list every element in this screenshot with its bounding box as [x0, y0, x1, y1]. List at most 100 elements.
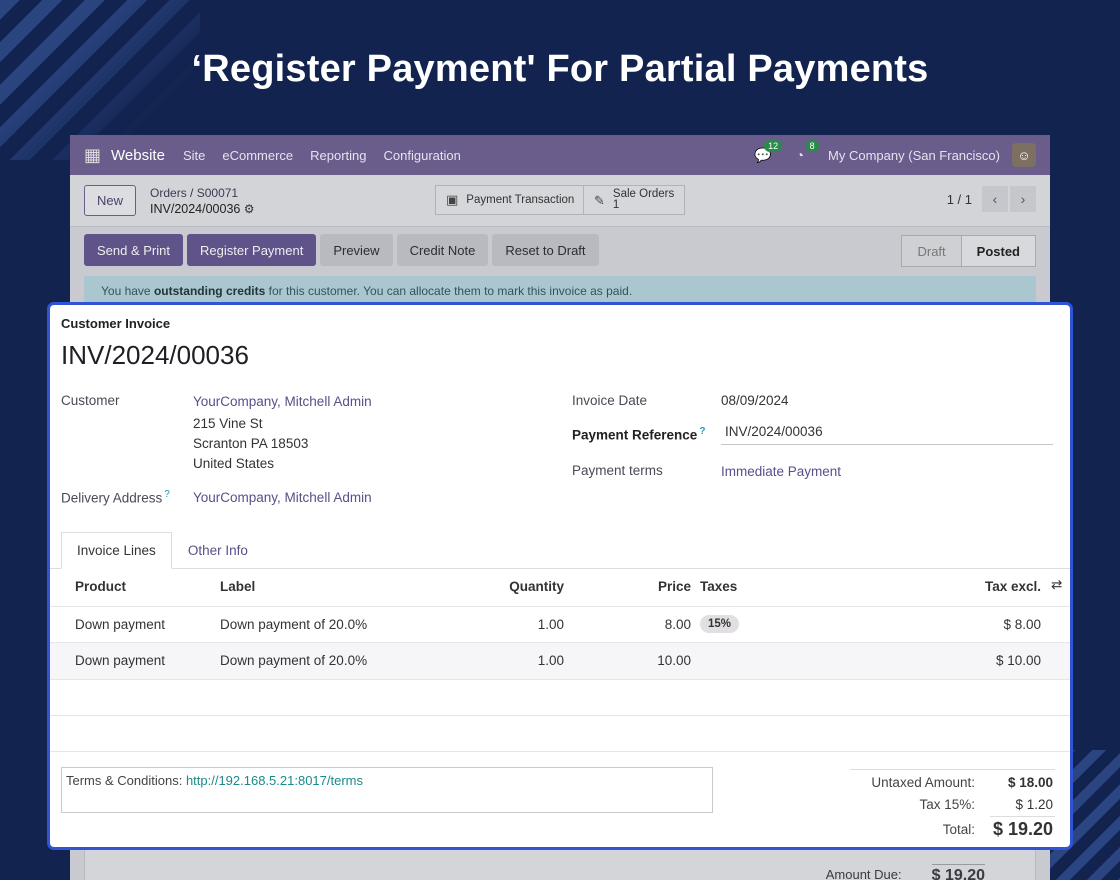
row-1-tax-badge[interactable]: 15%	[700, 615, 740, 633]
pager-value[interactable]: 1 / 1	[947, 192, 972, 207]
register-payment-button[interactable]: Register Payment	[187, 234, 317, 266]
menu-configuration[interactable]: Configuration	[384, 148, 461, 163]
row-1-price[interactable]: 8.00	[591, 617, 691, 632]
address-line-2: Scranton PA 18503	[193, 436, 309, 451]
status-draft[interactable]: Draft	[902, 236, 960, 266]
status-bar: Draft Posted	[901, 235, 1036, 267]
invoice-date-field[interactable]: 08/09/2024	[721, 393, 789, 408]
breadcrumb-separator: /	[190, 185, 194, 200]
row-divider	[50, 715, 1070, 716]
col-header-price[interactable]: Price	[591, 579, 691, 594]
delivery-address-label: Delivery Address?	[61, 489, 170, 506]
alert-text-bold: outstanding credits	[153, 284, 266, 298]
messages-icon[interactable]: 💬 12	[754, 139, 783, 164]
row-2-tax-excl: $ 10.00	[995, 653, 1041, 668]
col-header-taxes[interactable]: Taxes	[700, 579, 737, 594]
action-bar: Send & Print Register Payment Preview Cr…	[70, 227, 1050, 273]
row-1-quantity[interactable]: 1.00	[464, 617, 564, 632]
row-2-label[interactable]: Down payment of 20.0%	[220, 653, 367, 668]
terms-link[interactable]: http://192.168.5.21:8017/terms	[186, 773, 363, 788]
untaxed-amount-label: Untaxed Amount:	[871, 775, 975, 790]
row-1-product[interactable]: Down payment	[75, 617, 165, 632]
app-name[interactable]: Website	[111, 147, 165, 164]
status-posted[interactable]: Posted	[960, 236, 1035, 266]
col-header-tax-excl[interactable]: Tax excl.	[941, 579, 1041, 594]
pager: 1 / 1 ‹ ›	[947, 186, 1036, 212]
row-divider	[50, 751, 1070, 752]
customer-label: Customer	[61, 393, 120, 408]
payment-reference-label-text: Payment Reference	[572, 427, 698, 443]
row-1-label[interactable]: Down payment of 20.0%	[220, 617, 367, 632]
address-line-1: 215 Vine St	[193, 416, 263, 431]
company-switcher[interactable]: My Company (San Francisco)	[828, 148, 1000, 163]
invoice-card: Customer Invoice INV/2024/00036 Customer…	[47, 302, 1073, 850]
row-2-price[interactable]: 10.00	[591, 653, 691, 668]
apps-menu-icon[interactable]: ▦	[84, 145, 101, 166]
menu-site[interactable]: Site	[183, 148, 205, 163]
address-line-3: United States	[193, 456, 275, 471]
row-divider	[50, 642, 1070, 643]
payment-reference-input[interactable]: INV/2024/00036	[721, 421, 1053, 445]
alert-text-prefix: You have	[101, 284, 154, 298]
sale-orders-count: 1	[612, 199, 620, 211]
column-settings-icon[interactable]: ⇄	[1051, 577, 1062, 593]
col-header-product[interactable]: Product	[75, 579, 126, 594]
col-header-label[interactable]: Label	[220, 579, 255, 594]
help-icon[interactable]: ?	[164, 489, 170, 500]
row-2-quantity[interactable]: 1.00	[464, 653, 564, 668]
send-print-button[interactable]: Send & Print	[84, 234, 183, 266]
amount-due-value: $ 19.20	[931, 864, 985, 880]
chevron-left-icon[interactable]: ‹	[982, 186, 1008, 212]
user-avatar[interactable]: ☺	[1012, 143, 1036, 167]
amount-due-label: Amount Due:	[825, 867, 902, 880]
untaxed-amount-value: $ 18.00	[1007, 775, 1053, 790]
chevron-right-icon[interactable]: ›	[1010, 186, 1036, 212]
total-label: Total:	[942, 822, 975, 837]
sale-orders-label: Sale Orders	[612, 188, 675, 200]
payment-reference-label: Payment Reference?	[572, 426, 705, 443]
preview-button[interactable]: Preview	[320, 234, 393, 266]
edit-icon: ✎	[594, 192, 605, 208]
delivery-address-field[interactable]: YourCompany, Mitchell Admin	[193, 490, 372, 505]
customer-field[interactable]: YourCompany, Mitchell Admin	[193, 394, 372, 409]
tab-other-info[interactable]: Other Info	[172, 532, 264, 569]
document-type: Customer Invoice	[61, 316, 171, 331]
row-divider	[50, 606, 1070, 607]
payment-transaction-button[interactable]: ▣ Payment Transaction	[435, 185, 586, 215]
total-value: $ 19.20	[992, 819, 1053, 839]
messages-badge: 12	[764, 139, 783, 152]
row-divider	[50, 679, 1070, 680]
row-1-tax-excl: $ 8.00	[1003, 617, 1041, 632]
breadcrumb: Orders / S00071 INV/2024/00036 ⚙	[150, 185, 254, 217]
row-2-product[interactable]: Down payment	[75, 653, 165, 668]
tab-invoice-lines[interactable]: Invoice Lines	[61, 532, 172, 569]
tax-label: Tax 15%:	[919, 797, 975, 812]
alert-text-suffix: for this customer. You can allocate them…	[265, 284, 633, 298]
sale-orders-button[interactable]: ✎ Sale Orders 1	[583, 185, 686, 215]
gear-icon[interactable]: ⚙	[244, 202, 255, 216]
tax-value: $ 1.20	[1015, 797, 1053, 812]
breadcrumb-record: INV/2024/00036	[150, 201, 241, 216]
control-panel: New Orders / S00071 INV/2024/00036 ⚙ ▣ P…	[70, 175, 1050, 227]
menu-reporting[interactable]: Reporting	[310, 148, 366, 163]
col-header-quantity[interactable]: Quantity	[464, 579, 564, 594]
menu-ecommerce[interactable]: eCommerce	[222, 148, 293, 163]
breadcrumb-sale-order[interactable]: S00071	[197, 186, 238, 200]
activities-icon[interactable]: ◔ 8	[796, 140, 819, 163]
payment-terms-field[interactable]: Immediate Payment	[721, 464, 841, 479]
activities-badge: 8	[805, 140, 819, 152]
page-headline: ‘Register Payment' For Partial Payments	[191, 48, 929, 90]
terms-and-conditions-field[interactable]: Terms & Conditions: http://192.168.5.21:…	[61, 767, 713, 813]
tabs: Invoice Lines Other Info	[61, 532, 264, 569]
terms-label: Terms & Conditions:	[66, 773, 186, 788]
new-button[interactable]: New	[84, 185, 137, 216]
help-icon[interactable]: ?	[699, 426, 705, 437]
payment-terms-label: Payment terms	[572, 463, 663, 478]
invoice-number: INV/2024/00036	[61, 340, 249, 370]
money-icon: ▣	[446, 192, 459, 207]
breadcrumb-orders[interactable]: Orders	[150, 186, 187, 200]
reset-to-draft-button[interactable]: Reset to Draft	[492, 234, 599, 266]
delivery-address-label-text: Delivery Address	[61, 490, 163, 506]
credit-note-button[interactable]: Credit Note	[396, 234, 489, 266]
totals-divider	[990, 816, 1055, 817]
